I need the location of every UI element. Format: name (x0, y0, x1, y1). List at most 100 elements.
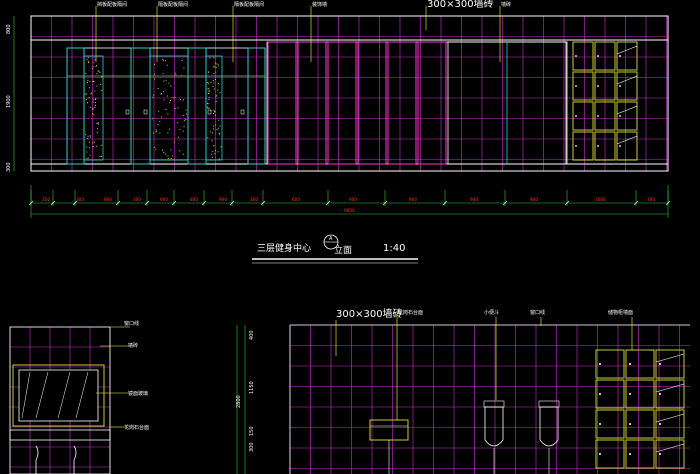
granite-speck (179, 150, 181, 152)
locker-knob (659, 363, 661, 365)
granite-speck (153, 132, 155, 134)
bl-label-4: 花岗石台面 (124, 424, 149, 431)
granite-speck (208, 107, 210, 109)
vdim-300: 300 (6, 162, 12, 172)
granite-speck (215, 101, 217, 102)
granite-speck (208, 90, 210, 92)
granite-speck (214, 153, 216, 155)
wall-panel (417, 41, 447, 165)
granite-speck (211, 156, 213, 158)
granite-speck (162, 73, 164, 75)
granite-speck (94, 141, 96, 143)
granite-speck (165, 79, 167, 81)
granite-speck (216, 129, 218, 131)
dim-1: 350 (42, 197, 50, 202)
granite-speck (181, 60, 183, 61)
wall-panel (357, 41, 387, 165)
granite-speck (207, 88, 209, 90)
granite-speck (217, 83, 219, 85)
granite-speck (208, 99, 210, 101)
granite-speck (85, 134, 87, 136)
granite-speck (163, 91, 164, 93)
locker-knob (599, 393, 601, 395)
granite-speck (207, 137, 209, 139)
granite-speck (214, 114, 216, 116)
top-label-4: 装饰墙 (312, 1, 327, 8)
granite-speck (157, 124, 159, 126)
vanity-counter (9, 429, 111, 441)
locker-knob (619, 55, 621, 57)
granite-speck (85, 72, 87, 74)
granite-speck (155, 129, 157, 131)
granite-speck (85, 93, 87, 95)
urinal-bowl (484, 406, 504, 447)
br-vdim-3: 2800 (236, 395, 242, 408)
granite-speck (174, 96, 176, 98)
wall-panel (297, 41, 327, 165)
br-vdim-1: 400 (249, 330, 255, 340)
dim-total: 9600 (344, 208, 355, 213)
granite-speck (164, 153, 166, 155)
granite-speck (92, 66, 94, 68)
granite-speck (87, 57, 89, 59)
granite-speck (87, 60, 89, 62)
bl-label-2: 墙砖 (128, 342, 138, 349)
granite-speck (208, 96, 210, 98)
title-scale: 1:40 (383, 243, 405, 254)
granite-speck (210, 81, 212, 83)
granite-speck (162, 149, 163, 151)
granite-speck (212, 132, 213, 134)
locker-knob (659, 423, 661, 425)
granite-speck (207, 106, 208, 108)
panel-band (266, 41, 568, 165)
granite-speck (219, 92, 221, 94)
locker-knob (597, 145, 599, 147)
granite-speck (100, 144, 102, 146)
granite-speck (100, 84, 102, 85)
bl-label-3: 镜面玻璃 (128, 390, 148, 397)
granite-speck (174, 72, 176, 74)
granite-speck (94, 59, 96, 61)
granite-speck (85, 99, 87, 101)
granite-speck (186, 113, 187, 115)
locker-knob (619, 85, 621, 87)
title-view: 立面 (334, 244, 352, 256)
granite-speck (170, 85, 172, 87)
granite-speck (182, 130, 184, 132)
br-tile-grid (289, 324, 690, 474)
top-label-3: 隔板配板隔间 (234, 1, 264, 8)
granite-speck (92, 113, 94, 115)
granite-speck (167, 155, 169, 157)
top-elevation: 挡板配板隔间 隔板配板隔间 隔板配板隔间 装饰墙 300×300墙砖 墙砖 80… (6, 0, 671, 218)
granite-speck (86, 93, 88, 95)
vanity-leg (35, 445, 39, 474)
granite-speck (217, 65, 219, 67)
granite-speck (213, 128, 214, 130)
granite-speck (215, 150, 216, 152)
locker-knob (629, 393, 631, 395)
wall-panel (267, 41, 297, 165)
granite-speck (89, 154, 91, 156)
urinal-back (538, 400, 560, 408)
granite-speck (172, 155, 174, 157)
br-vdim-5: 300 (249, 442, 255, 452)
granite-speck (86, 59, 88, 61)
granite-speck (88, 87, 90, 89)
locker-knob (619, 145, 621, 147)
granite-speck (163, 99, 165, 101)
dim-13: 900 (530, 197, 538, 202)
br-label-1: 花岗石台面 (398, 309, 423, 316)
locker-unit-bottom (595, 349, 685, 469)
granite-speck (217, 127, 219, 129)
locker-knob (575, 145, 577, 147)
top-label-6: 墙砖 (501, 1, 511, 8)
locker-knob (575, 85, 577, 87)
granite-speck (87, 81, 88, 83)
br-vdim-4: 150 (249, 426, 255, 436)
granite-speck (155, 148, 157, 150)
granite-speck (212, 151, 214, 153)
granite-speck (96, 123, 98, 124)
granite-speck (208, 71, 210, 73)
door-handle (125, 109, 130, 115)
granite-speck (91, 68, 93, 70)
